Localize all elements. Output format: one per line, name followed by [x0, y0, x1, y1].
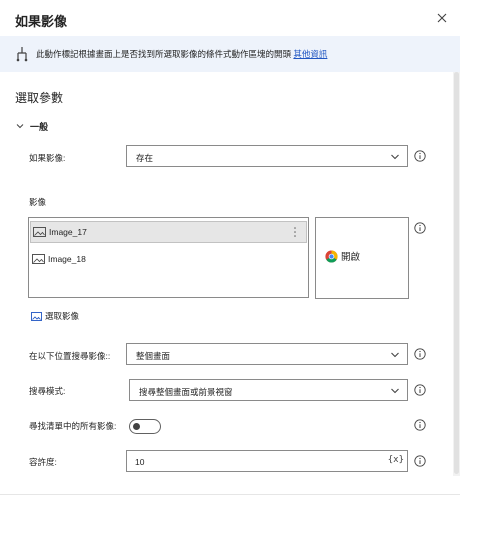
info-icon[interactable]: [414, 419, 426, 431]
tolerance-value: 10: [135, 457, 145, 467]
search-mode-value: 搜尋整個畫面或前景視窗: [139, 387, 233, 397]
info-icon[interactable]: [414, 150, 426, 162]
image-icon: [31, 311, 42, 321]
dialog-title: 如果影像: [15, 14, 68, 29]
search-in-value: 整個畫面: [136, 351, 171, 361]
preview-content: 開啟: [325, 249, 360, 263]
images-label: 影像: [29, 197, 47, 207]
chevron-down-icon: [391, 154, 399, 160]
footer-divider: [0, 494, 460, 495]
chevron-down-icon: [391, 388, 399, 394]
group-label: 一般: [30, 121, 49, 132]
chevron-down-icon: [16, 124, 24, 129]
banner-message: 此動作標記根據畫面上是否找到所選取影像的條件式動作區塊的開頭: [36, 49, 292, 59]
if-image-select[interactable]: 存在: [126, 145, 408, 167]
select-image-button[interactable]: 選取影像: [31, 310, 79, 322]
find-all-label: 尋找清單中的所有影像:: [29, 421, 117, 431]
image-name: Image_18: [48, 254, 86, 264]
more-vertical-icon[interactable]: [293, 226, 297, 238]
close-icon: [437, 13, 447, 23]
image-icon: [32, 254, 45, 264]
tolerance-label: 容許度:: [29, 457, 57, 467]
tolerance-input[interactable]: 10 {x}: [126, 450, 408, 472]
chrome-icon: [325, 249, 338, 263]
list-item[interactable]: Image_17: [30, 221, 307, 243]
image-list: Image_17 Image_18: [28, 217, 309, 298]
info-icon[interactable]: [414, 455, 426, 467]
flowchart-branch-icon: [16, 47, 28, 62]
close-button[interactable]: [433, 9, 451, 27]
preview-text: 開啟: [341, 252, 361, 263]
search-in-select[interactable]: 整個畫面: [126, 343, 408, 365]
section-title: 選取參數: [15, 91, 64, 105]
banner-text: 此動作標記根據畫面上是否找到所選取影像的條件式動作區塊的開頭 其他資訊: [36, 48, 327, 60]
more-info-link[interactable]: 其他資訊: [293, 49, 327, 59]
chevron-down-icon: [391, 352, 399, 358]
info-banner: 此動作標記根據畫面上是否找到所選取影像的條件式動作區塊的開頭 其他資訊: [0, 36, 460, 72]
find-all-toggle[interactable]: [129, 419, 161, 434]
group-general-toggle[interactable]: 一般: [15, 120, 48, 132]
variable-picker-button[interactable]: {x}: [388, 455, 404, 465]
image-icon: [33, 227, 46, 237]
info-icon[interactable]: [414, 222, 426, 234]
if-image-label: 如果影像:: [29, 153, 66, 163]
dialog-header: 如果影像: [0, 0, 480, 36]
image-name: Image_17: [49, 227, 87, 237]
search-mode-label: 搜尋模式:: [29, 386, 66, 396]
if-image-dialog: 如果影像 此動作標記根據畫面上是否找到所選取影像的條件式動作區塊的開頭 其他資訊…: [0, 0, 480, 542]
info-icon[interactable]: [414, 384, 426, 396]
search-in-label: 在以下位置搜尋影像::: [29, 351, 111, 361]
search-mode-select[interactable]: 搜尋整個畫面或前景視窗: [129, 379, 408, 401]
select-image-label: 選取影像: [45, 311, 80, 321]
list-item[interactable]: Image_18: [30, 248, 307, 270]
if-image-value: 存在: [136, 153, 154, 163]
toggle-knob: [133, 423, 140, 430]
info-icon[interactable]: [414, 348, 426, 360]
image-preview: 開啟: [315, 217, 409, 299]
scrollbar-thumb[interactable]: [454, 72, 459, 474]
